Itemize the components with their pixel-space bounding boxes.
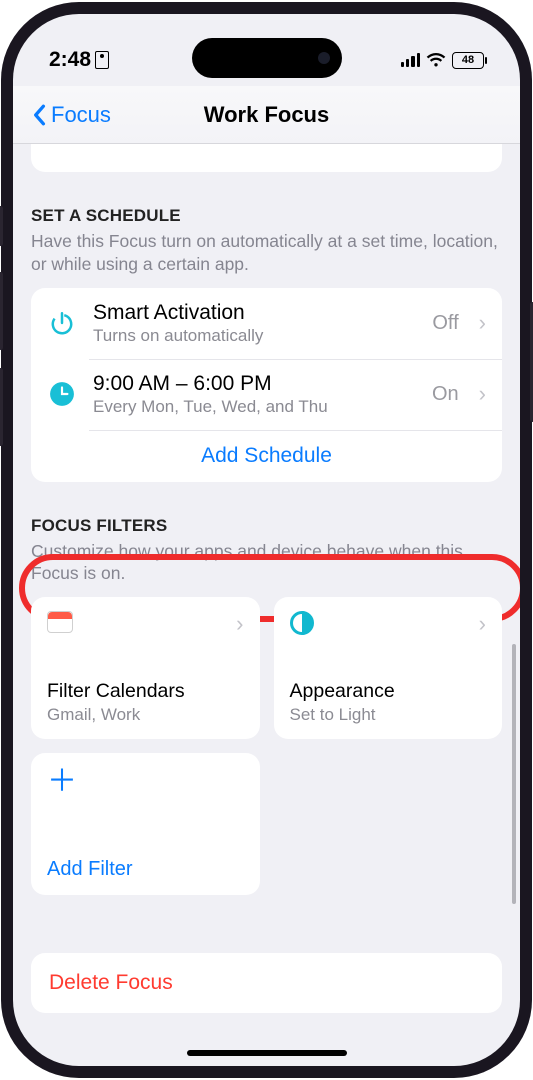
smart-activation-row[interactable]: Smart Activation Turns on automatically …	[31, 288, 502, 359]
chevron-right-icon: ›	[479, 310, 486, 336]
add-schedule-label: Add Schedule	[201, 430, 332, 482]
chevron-left-icon	[31, 104, 47, 126]
side-button-volume-up	[0, 272, 3, 350]
filter-calendars-card[interactable]: › Filter Calendars Gmail, Work	[31, 597, 260, 739]
row-title: 9:00 AM – 6:00 PM	[93, 372, 416, 396]
delete-focus-row[interactable]: Delete Focus	[31, 953, 502, 1013]
filter-subtitle: Set to Light	[290, 705, 487, 725]
orientation-lock-icon	[95, 51, 109, 69]
status-time: 2:48	[49, 48, 91, 72]
side-button-silence	[0, 206, 3, 246]
filters-subheading: Customize how your apps and device behav…	[31, 540, 502, 586]
screen: 2:48 48 Focus Work Focus SET A SCHEDULE …	[13, 14, 520, 1066]
appearance-icon	[290, 611, 314, 635]
row-title: Smart Activation	[93, 301, 416, 325]
row-value: Off	[432, 312, 458, 335]
cellular-icon	[401, 53, 420, 67]
row-subtitle: Every Mon, Tue, Wed, and Thu	[93, 397, 416, 417]
add-filter-card[interactable]: ＋ Add Filter	[31, 753, 260, 895]
side-button-volume-down	[0, 368, 3, 446]
chevron-right-icon: ›	[479, 611, 486, 637]
delete-focus-label: Delete Focus	[49, 971, 484, 995]
row-value: On	[432, 383, 459, 406]
battery-level: 48	[462, 54, 474, 66]
plus-icon: ＋	[47, 767, 244, 797]
back-label: Focus	[51, 102, 111, 128]
chevron-right-icon: ›	[479, 381, 486, 407]
time-schedule-row[interactable]: 9:00 AM – 6:00 PM Every Mon, Tue, Wed, a…	[31, 359, 502, 430]
filters-heading: FOCUS FILTERS	[31, 516, 502, 536]
filter-title: Filter Calendars	[47, 680, 244, 703]
back-button[interactable]: Focus	[31, 102, 111, 128]
row-subtitle: Turns on automatically	[93, 326, 416, 346]
scroll-indicator	[512, 644, 516, 904]
add-schedule-row[interactable]: Add Schedule	[31, 430, 502, 482]
phone-frame: 2:48 48 Focus Work Focus SET A SCHEDULE …	[1, 2, 532, 1078]
schedule-list: Smart Activation Turns on automatically …	[31, 288, 502, 482]
power-icon	[47, 308, 77, 338]
chevron-right-icon: ›	[236, 611, 243, 637]
schedule-subheading: Have this Focus turn on automatically at…	[31, 230, 502, 276]
previous-section-card	[31, 144, 502, 172]
appearance-card[interactable]: › Appearance Set to Light	[274, 597, 503, 739]
dynamic-island	[192, 38, 342, 78]
clock-icon	[47, 379, 77, 409]
schedule-heading: SET A SCHEDULE	[31, 206, 502, 226]
filter-title: Appearance	[290, 680, 487, 703]
add-filter-label: Add Filter	[47, 858, 244, 881]
filter-subtitle: Gmail, Work	[47, 705, 244, 725]
home-indicator[interactable]	[187, 1050, 347, 1056]
battery-icon: 48	[452, 52, 484, 69]
wifi-icon	[426, 53, 446, 68]
nav-bar: Focus Work Focus	[13, 86, 520, 144]
calendar-icon	[47, 611, 73, 633]
